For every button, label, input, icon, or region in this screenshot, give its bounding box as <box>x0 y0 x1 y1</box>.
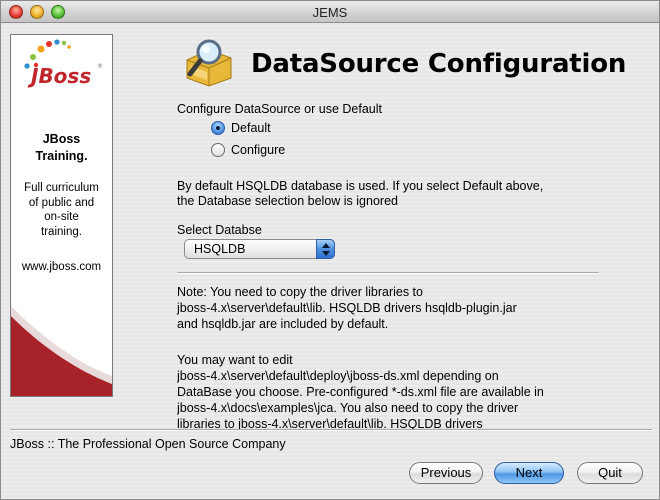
window-title: JEMS <box>312 5 348 20</box>
next-button[interactable]: Next <box>494 462 564 484</box>
extra-line: You may want to edit <box>177 353 293 367</box>
company-tagline: JBoss :: The Professional Open Source Co… <box>10 437 286 451</box>
configure-prompt: Configure DataSource or use Default <box>177 102 382 116</box>
extra-line: jboss-4.x\docs\examples\jca. You also ne… <box>177 401 519 415</box>
sidebar-banner: JBoss ® JBoss Training. Full curriculum … <box>10 34 113 397</box>
footer-separator <box>10 429 652 431</box>
configure-radio-label[interactable]: Configure <box>231 143 285 157</box>
extra-info-text: You may want to edit jboss-4.x\server\de… <box>177 353 617 429</box>
note-line: jboss-4.x\server\default\lib. HSQLDB dri… <box>177 301 517 315</box>
sidebar-body-line: on-site <box>44 211 79 223</box>
quit-button[interactable]: Quit <box>577 462 643 484</box>
note-line: and hsqldb.jar are included by default. <box>177 317 389 331</box>
sidebar-body-line: Full curriculum <box>24 182 99 194</box>
title-bar[interactable]: JEMS <box>1 1 659 23</box>
sidebar-body-line: training. <box>41 225 82 238</box>
updown-arrows-icon[interactable] <box>316 239 335 259</box>
folder-magnifier-icon <box>179 38 237 91</box>
sidebar-url: www.jboss.com <box>21 261 102 273</box>
extra-line: jboss-4.x\server\default\deploy\jboss-ds… <box>177 369 499 383</box>
svg-text:®: ® <box>97 63 103 70</box>
database-label: Select Databse <box>177 223 262 237</box>
sidebar-body: Full curriculum of public and on-site tr… <box>11 181 112 239</box>
sidebar-body-line: of public and <box>28 196 95 209</box>
extra-line: libraries to jboss-4.x\server\default\li… <box>177 417 483 429</box>
sidebar-heading: JBoss Training. <box>11 131 112 165</box>
page-title: DataSource Configuration <box>251 49 627 79</box>
note-line: Note: You need to copy the driver librar… <box>177 285 423 299</box>
info-text-line1: By default HSQLDB database is used. If y… <box>177 179 544 193</box>
sidebar-heading-line2: Training. <box>35 149 88 163</box>
jboss-logo: JBoss ® <box>11 35 112 95</box>
database-select-value: HSQLDB <box>194 242 246 256</box>
svg-text:JBoss: JBoss <box>27 64 91 88</box>
info-text-line2: the Database selection below is ignored <box>177 194 398 208</box>
sidebar-heading-line1: JBoss <box>42 132 81 146</box>
configure-radio[interactable] <box>211 143 225 157</box>
red-swoosh-graphic <box>11 306 112 396</box>
previous-button[interactable]: Previous <box>409 462 483 484</box>
database-select[interactable]: HSQLDB <box>184 239 335 259</box>
divider <box>177 272 599 274</box>
default-radio[interactable] <box>211 121 225 135</box>
extra-line: DataBase you choose. Pre-configured *-ds… <box>177 385 544 399</box>
app-window: JEMS JBoss ® JBoss Training. Full curric… <box>0 0 660 500</box>
default-radio-label[interactable]: Default <box>231 121 271 135</box>
